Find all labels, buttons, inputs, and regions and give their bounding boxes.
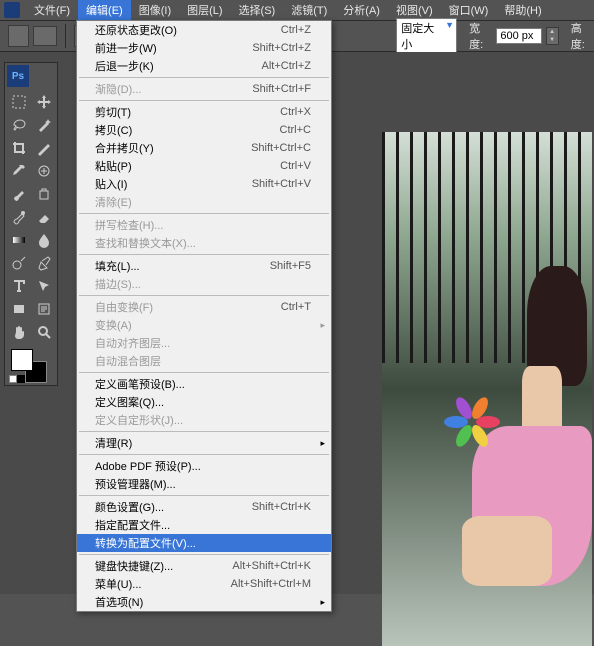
menu-编辑[interactable]: 编辑(E) <box>78 0 131 20</box>
zoom-tool[interactable] <box>32 321 56 343</box>
eyedropper-tool[interactable] <box>7 160 31 182</box>
menu-图像[interactable]: 图像(I) <box>131 0 179 20</box>
menu-item-清理r[interactable]: 清理(R) <box>77 434 331 452</box>
ps-logo-icon: Ps <box>7 65 29 87</box>
type-tool[interactable] <box>7 275 31 297</box>
menu-item-定义图案q[interactable]: 定义图案(Q)... <box>77 393 331 411</box>
menu-item-颜色设置g[interactable]: 颜色设置(G)...Shift+Ctrl+K <box>77 498 331 516</box>
menu-separator <box>79 295 329 296</box>
menu-separator <box>79 213 329 214</box>
eraser-tool[interactable] <box>32 206 56 228</box>
slice-tool[interactable] <box>32 137 56 159</box>
menu-item-预设管理器m[interactable]: 预设管理器(M)... <box>77 475 331 493</box>
app-icon <box>4 2 20 18</box>
marquee-tool[interactable] <box>7 91 31 113</box>
path-select-tool[interactable] <box>32 275 56 297</box>
menu-item-首选项n[interactable]: 首选项(N) <box>77 593 331 611</box>
menu-item-指定配置文件[interactable]: 指定配置文件... <box>77 516 331 534</box>
dodge-tool[interactable] <box>7 252 31 274</box>
menu-separator <box>79 372 329 373</box>
menu-item-后退一步k[interactable]: 后退一步(K)Alt+Ctrl+Z <box>77 57 331 75</box>
menu-item-前进一步w[interactable]: 前进一步(W)Shift+Ctrl+Z <box>77 39 331 57</box>
menu-item-贴入i[interactable]: 贴入(I)Shift+Ctrl+V <box>77 175 331 193</box>
menu-item-还原状态更改o[interactable]: 还原状态更改(O)Ctrl+Z <box>77 21 331 39</box>
menu-separator <box>79 495 329 496</box>
hand-tool[interactable] <box>7 321 31 343</box>
menu-滤镜[interactable]: 滤镜(T) <box>283 0 335 20</box>
menu-item-菜单u[interactable]: 菜单(U)...Alt+Shift+Ctrl+M <box>77 575 331 593</box>
menu-item-粘贴p[interactable]: 粘贴(P)Ctrl+V <box>77 157 331 175</box>
menu-item-拷贝c[interactable]: 拷贝(C)Ctrl+C <box>77 121 331 139</box>
menu-item-清除e: 清除(E) <box>77 193 331 211</box>
menu-选择[interactable]: 选择(S) <box>231 0 284 20</box>
menu-separator <box>79 431 329 432</box>
menu-item-描边s: 描边(S)... <box>77 275 331 293</box>
menu-separator <box>79 454 329 455</box>
gradient-tool[interactable] <box>7 229 31 251</box>
color-swatches[interactable] <box>5 345 57 385</box>
width-label: 宽度: <box>469 20 492 52</box>
width-input[interactable]: 600 px <box>496 28 541 44</box>
edit-menu-dropdown: 还原状态更改(O)Ctrl+Z前进一步(W)Shift+Ctrl+Z后退一步(K… <box>76 20 332 612</box>
canvas[interactable] <box>382 132 592 646</box>
menu-item-拼写检查h: 拼写检查(H)... <box>77 216 331 234</box>
menu-item-键盘快捷键z[interactable]: 键盘快捷键(Z)...Alt+Shift+Ctrl+K <box>77 557 331 575</box>
flower-decoration <box>442 392 502 452</box>
toolbox: Ps <box>4 62 58 386</box>
menu-item-查找和替换文本x: 查找和替换文本(X)... <box>77 234 331 252</box>
menu-item-变换a: 变换(A) <box>77 316 331 334</box>
foreground-color[interactable] <box>11 349 33 371</box>
menu-分析[interactable]: 分析(A) <box>335 0 388 20</box>
menu-item-自动对齐图层: 自动对齐图层... <box>77 334 331 352</box>
menu-item-adobepdf预设p[interactable]: Adobe PDF 预设(P)... <box>77 457 331 475</box>
lasso-tool[interactable] <box>7 114 31 136</box>
menu-separator <box>79 554 329 555</box>
menu-帮助[interactable]: 帮助(H) <box>496 0 549 20</box>
menu-item-剪切t[interactable]: 剪切(T)Ctrl+X <box>77 103 331 121</box>
history-brush-tool[interactable] <box>7 206 31 228</box>
menu-窗口[interactable]: 窗口(W) <box>441 0 497 20</box>
pen-tool[interactable] <box>32 252 56 274</box>
brush-tool[interactable] <box>7 183 31 205</box>
menu-separator <box>79 254 329 255</box>
tool-preset-icon[interactable] <box>8 25 29 47</box>
menu-文件[interactable]: 文件(F) <box>26 0 78 20</box>
menu-item-定义画笔预设b[interactable]: 定义画笔预设(B)... <box>77 375 331 393</box>
menu-separator <box>79 100 329 101</box>
tool-preset-dropdown[interactable] <box>33 26 57 46</box>
menu-item-定义自定形状j: 定义自定形状(J)... <box>77 411 331 429</box>
menu-视图[interactable]: 视图(V) <box>388 0 441 20</box>
menu-item-合并拷贝y[interactable]: 合并拷贝(Y)Shift+Ctrl+C <box>77 139 331 157</box>
menu-item-自由变换f: 自由变换(F)Ctrl+T <box>77 298 331 316</box>
healing-tool[interactable] <box>32 160 56 182</box>
menu-图层[interactable]: 图层(L) <box>179 0 230 20</box>
menu-item-渐隐d: 渐隐(D)...Shift+Ctrl+F <box>77 80 331 98</box>
size-mode-select[interactable]: 固定大小 <box>396 18 457 54</box>
clone-tool[interactable] <box>32 183 56 205</box>
blur-tool[interactable] <box>32 229 56 251</box>
menubar: 文件(F)编辑(E)图像(I)图层(L)选择(S)滤镜(T)分析(A)视图(V)… <box>0 0 594 20</box>
width-stepper[interactable]: ▲▼ <box>546 27 559 45</box>
menu-item-转换为配置文件v[interactable]: 转换为配置文件(V)... <box>77 534 331 552</box>
magic-wand-tool[interactable] <box>32 114 56 136</box>
move-tool[interactable] <box>32 91 56 113</box>
crop-tool[interactable] <box>7 137 31 159</box>
menu-item-填充l[interactable]: 填充(L)...Shift+F5 <box>77 257 331 275</box>
menu-item-自动混合图层: 自动混合图层 <box>77 352 331 370</box>
menu-separator <box>79 77 329 78</box>
notes-tool[interactable] <box>32 298 56 320</box>
document-image <box>382 132 592 646</box>
rectangle-tool[interactable] <box>7 298 31 320</box>
height-label: 高度: <box>571 20 594 52</box>
